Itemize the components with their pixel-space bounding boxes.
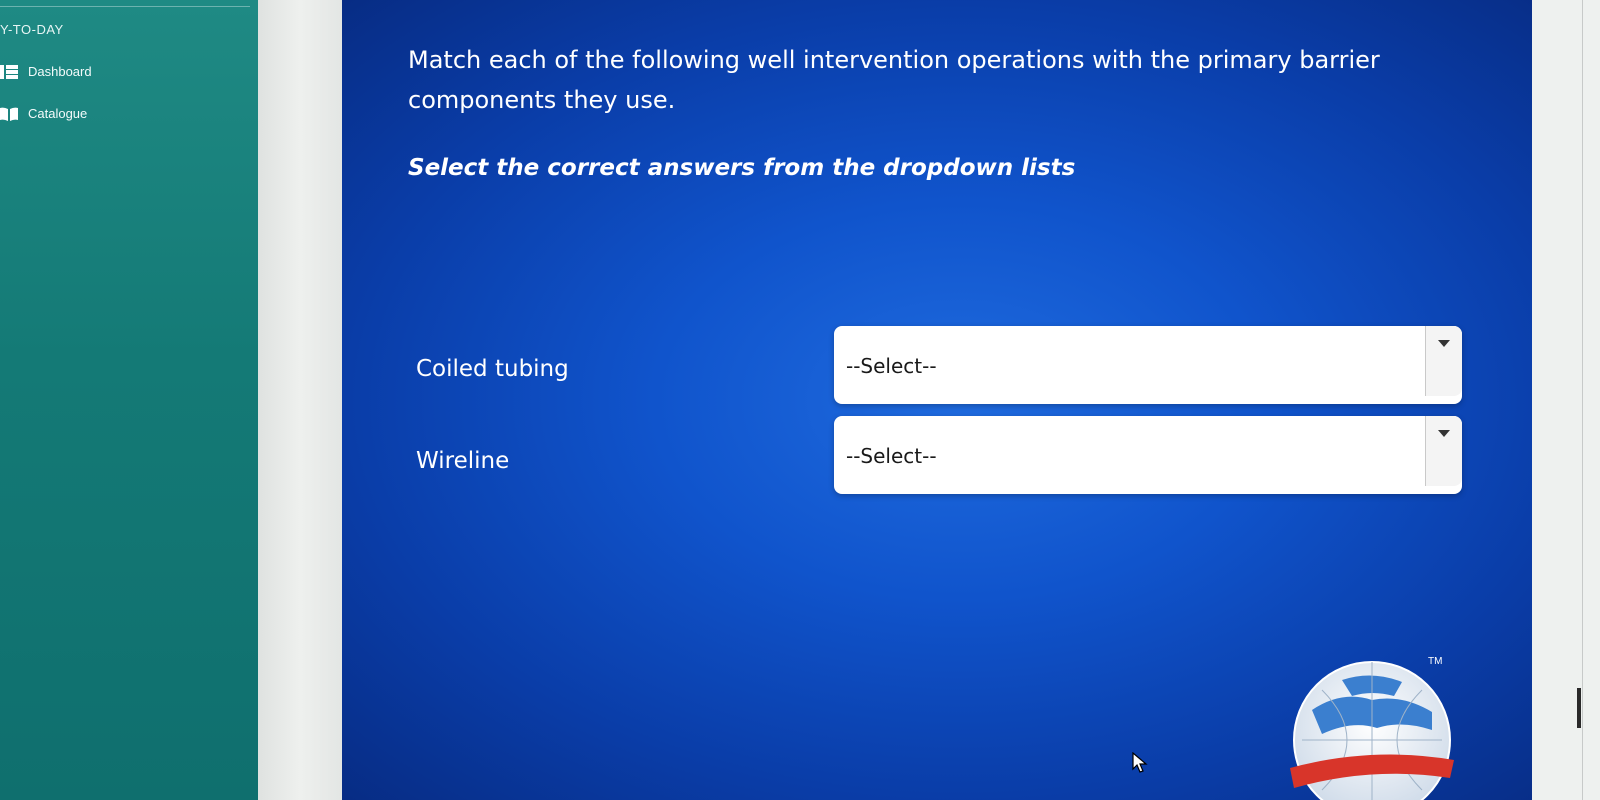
mouse-cursor-icon (1132, 752, 1148, 773)
globe-icon (1290, 661, 1454, 800)
question-panel: Match each of the following well interve… (342, 0, 1532, 800)
dashboard-icon (0, 64, 18, 79)
row-label-coiled-tubing: Coiled tubing (416, 356, 569, 382)
row-label-wireline: Wireline (416, 448, 510, 474)
book-icon (0, 107, 18, 121)
iwcf-logo (1282, 650, 1462, 800)
sidebar-divider (0, 6, 250, 7)
chevron-down-icon[interactable] (1425, 416, 1462, 486)
question-text: Match each of the following well interve… (408, 46, 1380, 114)
sidebar-item-label: Catalogue (28, 106, 88, 121)
instruction-text: Select the correct answers from the drop… (408, 155, 1076, 181)
wireline-select[interactable]: --Select-- (834, 416, 1462, 494)
sidebar-item-label: Dashboard (28, 64, 92, 79)
select-value: --Select-- (846, 444, 937, 468)
sidebar-item-catalogue[interactable]: Catalogue (0, 106, 87, 121)
sidebar: Y-TO-DAY Dashboard Catalogue (0, 0, 258, 800)
right-strip (1532, 0, 1600, 800)
brand-label: Y-TO-DAY (0, 22, 64, 37)
page-gutter (258, 0, 342, 800)
sidebar-item-dashboard[interactable]: Dashboard (0, 64, 92, 79)
coiled-tubing-select[interactable]: --Select-- (834, 326, 1462, 404)
scroll-indicator (1577, 688, 1581, 728)
right-divider (1582, 0, 1583, 800)
chevron-down-icon[interactable] (1425, 326, 1462, 396)
select-value: --Select-- (846, 354, 937, 378)
